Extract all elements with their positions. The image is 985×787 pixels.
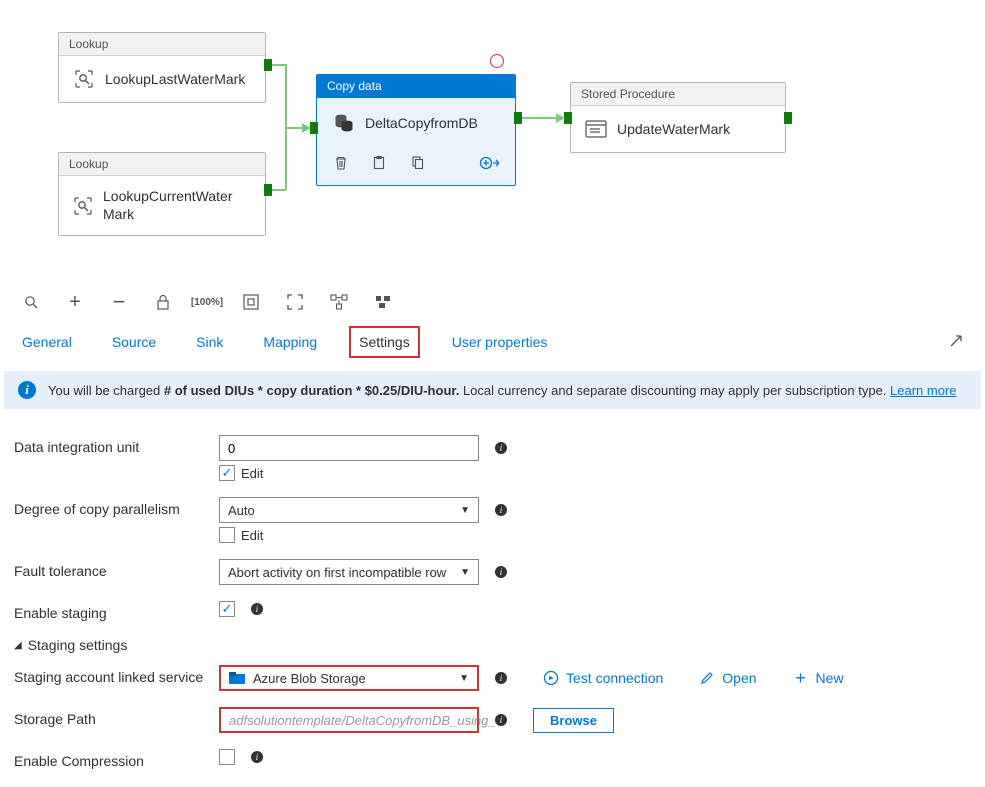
chevron-down-icon: ▼ [460, 505, 470, 516]
info-icon[interactable]: i [495, 566, 507, 578]
zoom-100-icon[interactable]: [100%] [198, 293, 216, 311]
new-link[interactable]: + New [793, 670, 844, 686]
settings-form: Data integration unit i ✓ Edit Degree of… [0, 417, 985, 787]
node-title: LookupCurrentWater Mark [103, 188, 251, 223]
learn-more-link[interactable]: Learn more [890, 383, 956, 398]
enable-compression-label: Enable Compression [14, 749, 219, 769]
tab-settings[interactable]: Settings [349, 326, 420, 358]
storage-path-label: Storage Path [14, 707, 219, 727]
diu-label: Data integration unit [14, 435, 219, 455]
fullscreen-icon[interactable] [286, 293, 304, 311]
parallelism-select[interactable]: Auto ▼ [219, 497, 479, 523]
canvas-toolbar: + − [100%] [0, 285, 985, 322]
collapse-icon: ◢ [14, 640, 22, 651]
test-connection-link[interactable]: Test connection [543, 670, 663, 686]
enable-staging-label: Enable staging [14, 601, 219, 621]
info-icon[interactable]: i [495, 714, 507, 726]
plus-icon: + [793, 670, 809, 686]
info-icon[interactable]: i [251, 751, 263, 763]
zoom-in-icon[interactable]: + [66, 293, 84, 311]
search-icon[interactable] [22, 293, 40, 311]
browse-button[interactable]: Browse [533, 708, 614, 733]
zoom-out-icon[interactable]: − [110, 293, 128, 311]
open-link[interactable]: Open [699, 670, 756, 686]
node-lookup-current-watermark[interactable]: Lookup LookupCurrentWater Mark [58, 152, 266, 236]
node-copy-data[interactable]: Copy data DeltaCopyfromDB [316, 74, 516, 186]
lookup-icon [73, 68, 95, 90]
info-icon[interactable]: i [495, 672, 507, 684]
tab-general[interactable]: General [14, 326, 80, 358]
node-type-label: Lookup [59, 153, 265, 176]
info-icon[interactable]: i [495, 442, 507, 454]
pricing-banner: i You will be charged # of used DIUs * c… [4, 371, 981, 409]
enable-compression-checkbox[interactable] [219, 749, 235, 765]
info-icon[interactable]: i [495, 504, 507, 516]
info-icon: i [18, 381, 36, 399]
add-output-icon[interactable] [479, 154, 499, 175]
fit-icon[interactable] [242, 293, 260, 311]
blob-storage-icon [229, 672, 245, 684]
lookup-icon [73, 195, 93, 217]
node-title: UpdateWaterMark [617, 121, 730, 137]
database-copy-icon [333, 112, 355, 134]
fault-tolerance-label: Fault tolerance [14, 559, 219, 579]
parallelism-label: Degree of copy parallelism [14, 497, 219, 517]
chevron-down-icon: ▼ [460, 567, 470, 578]
diu-input[interactable] [219, 435, 479, 461]
linked-service-select[interactable]: Azure Blob Storage ▼ [219, 665, 479, 691]
tab-source[interactable]: Source [104, 326, 164, 358]
parallelism-edit-label: Edit [241, 528, 263, 543]
node-stored-procedure[interactable]: Stored Procedure UpdateWaterMark [570, 82, 786, 153]
auto-align-icon[interactable] [330, 293, 348, 311]
chevron-down-icon: ▼ [459, 673, 469, 684]
node-lookup-last-watermark[interactable]: Lookup LookupLastWaterMark [58, 32, 266, 103]
fault-tolerance-select[interactable]: Abort activity on first incompatible row… [219, 559, 479, 585]
test-connection-icon [543, 670, 559, 686]
clipboard-icon[interactable] [371, 155, 387, 174]
storage-path-input[interactable]: adfsolutiontemplate/DeltaCopyfromDB_usin… [219, 707, 479, 733]
node-type-label: Stored Procedure [571, 83, 785, 106]
tab-mapping[interactable]: Mapping [255, 326, 325, 358]
tab-bar: General Source Sink Mapping Settings Use… [0, 322, 985, 359]
stored-procedure-icon [585, 118, 607, 140]
edit-icon [699, 670, 715, 686]
linked-service-label: Staging account linked service [14, 665, 219, 685]
delete-icon[interactable] [333, 155, 349, 174]
diu-edit-label: Edit [241, 466, 263, 481]
validation-error-marker [490, 54, 504, 68]
tab-user-properties[interactable]: User properties [444, 326, 556, 358]
node-title: DeltaCopyfromDB [365, 115, 478, 131]
node-title: LookupLastWaterMark [105, 71, 245, 87]
copy-icon[interactable] [409, 155, 425, 174]
expand-panel-icon[interactable] [949, 334, 971, 351]
banner-text: You will be charged # of used DIUs * cop… [48, 383, 957, 398]
node-type-label: Lookup [59, 33, 265, 56]
info-icon[interactable]: i [251, 603, 263, 615]
diu-edit-checkbox[interactable]: ✓ [219, 465, 235, 481]
parallelism-edit-checkbox[interactable] [219, 527, 235, 543]
pipeline-canvas[interactable]: Lookup LookupLastWaterMark Lookup Lookup… [0, 0, 985, 285]
node-type-label: Copy data [317, 75, 515, 98]
tab-sink[interactable]: Sink [188, 326, 231, 358]
staging-settings-toggle[interactable]: ◢ Staging settings [14, 629, 971, 657]
layout-icon[interactable] [374, 293, 392, 311]
lock-icon[interactable] [154, 293, 172, 311]
enable-staging-checkbox[interactable]: ✓ [219, 601, 235, 617]
